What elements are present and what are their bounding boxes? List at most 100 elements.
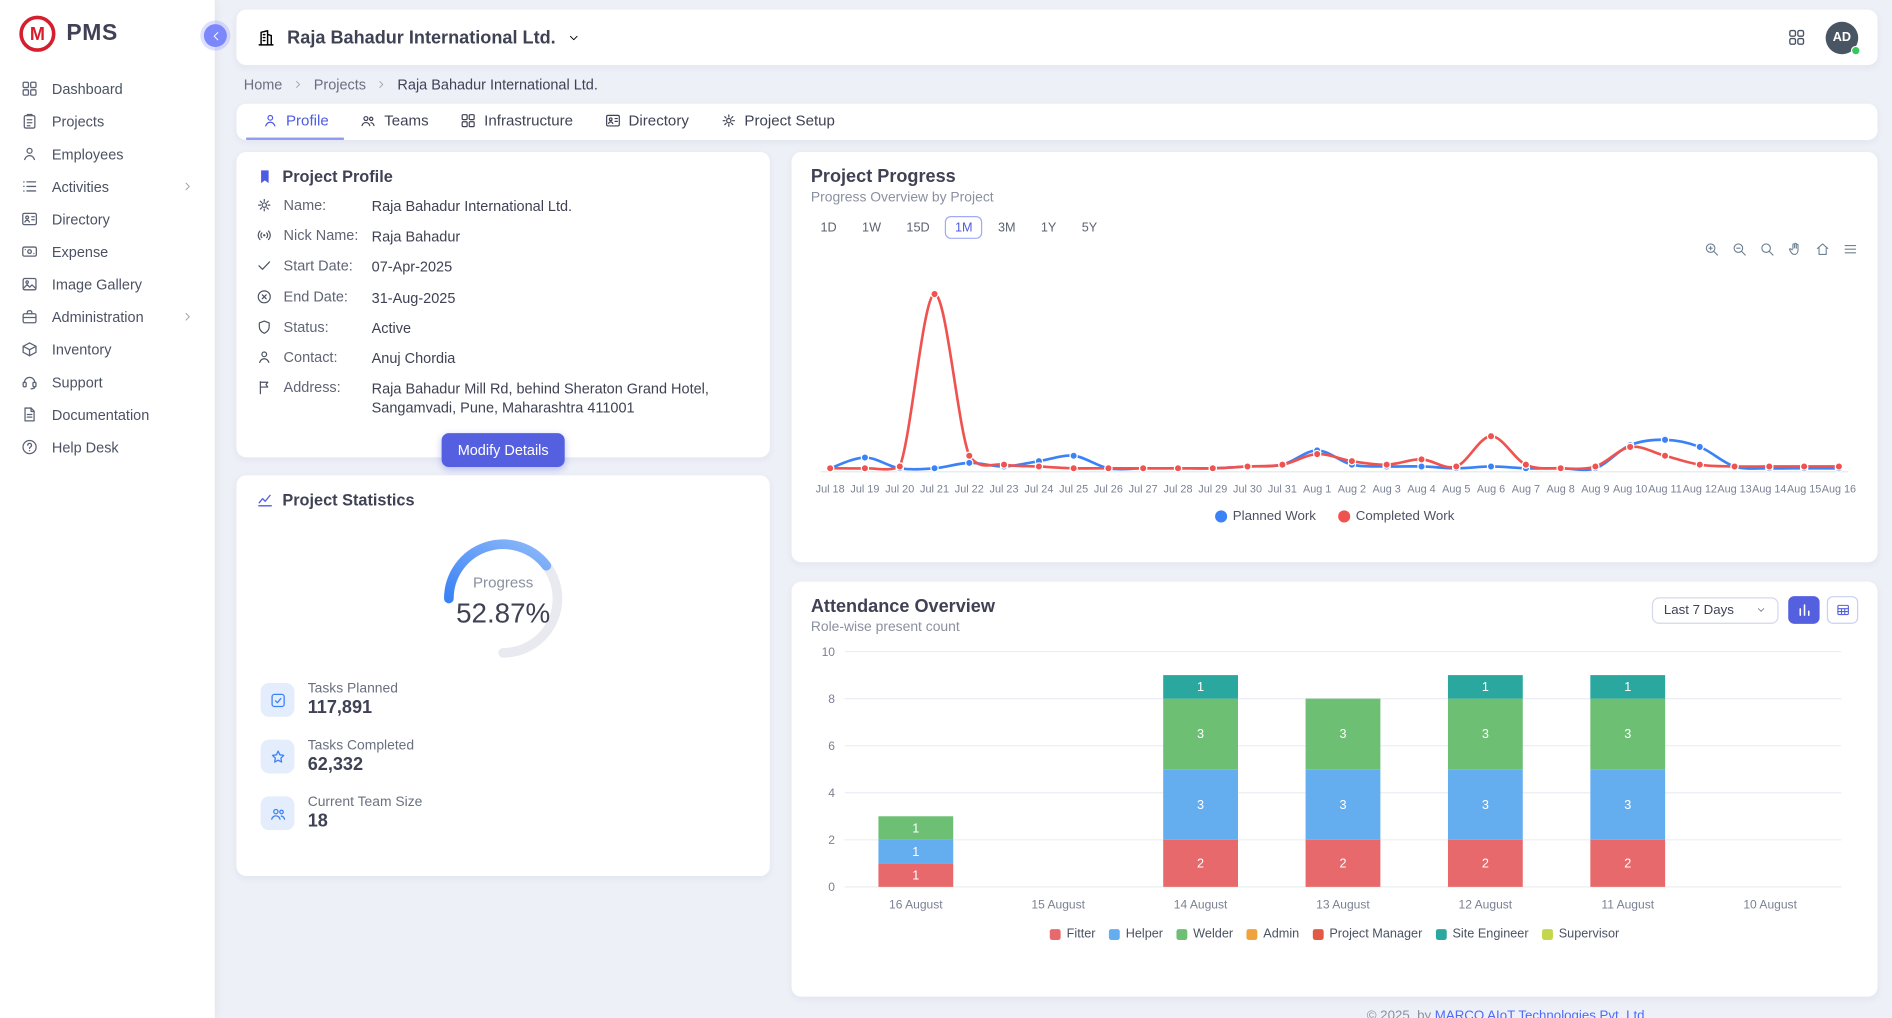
selection-zoom-icon	[1759, 241, 1775, 257]
sidebar-collapse-button[interactable]	[204, 24, 227, 47]
time-range-buttons: 1D1W 15D1M 3M 1Y 5Y	[811, 216, 1858, 239]
company-name: Raja Bahadur International Ltd.	[287, 27, 556, 48]
profile-card-title-row: Project Profile	[256, 168, 751, 186]
range-button-15d[interactable]: 15D	[897, 216, 940, 239]
sidebar-item-label: Projects	[52, 113, 104, 130]
zoom-in-icon-button[interactable]	[1704, 241, 1720, 259]
svg-text:Jul 30: Jul 30	[1233, 483, 1262, 495]
sidebar-item-administration[interactable]: Administration	[0, 300, 215, 333]
svg-text:Jul 28: Jul 28	[1164, 483, 1193, 495]
svg-text:3: 3	[1624, 798, 1631, 812]
svg-text:2: 2	[1339, 857, 1346, 871]
sidebar-item-activities[interactable]: Activities	[0, 170, 215, 203]
pan-icon	[1787, 241, 1803, 257]
legend-item-project-manager[interactable]: Project Manager	[1312, 927, 1422, 941]
tab-bar: Profile TeamsInfrastructureDirectoryProje…	[236, 104, 1877, 140]
footer-company-link[interactable]: MARCO AIoT Technologies Pvt. Ltd.	[1435, 1009, 1648, 1018]
legend-swatch	[1246, 929, 1257, 940]
sidebar-item-projects[interactable]: Projects	[0, 105, 215, 138]
attendance-card-title: Attendance Overview	[811, 596, 995, 617]
sidebar-item-documentation[interactable]: Documentation	[0, 398, 215, 431]
support-icon	[21, 373, 39, 391]
range-button-3m[interactable]: 3M	[988, 216, 1025, 239]
svg-text:Aug 9: Aug 9	[1581, 483, 1609, 495]
sidebar-item-label: Dashboard	[52, 80, 123, 97]
toggle-table-icon[interactable]	[1827, 596, 1858, 624]
statistics-card-title: Project Statistics	[282, 491, 414, 509]
range-button-1m[interactable]: 1M	[945, 216, 982, 239]
svg-text:2: 2	[1197, 857, 1204, 871]
zoom-out-icon-button[interactable]	[1732, 241, 1748, 259]
range-button-1y[interactable]: 1Y	[1031, 216, 1066, 239]
legend-swatch	[1338, 510, 1350, 522]
legend-item-planned-work[interactable]: Planned Work	[1215, 509, 1316, 523]
range-button-5y[interactable]: 5Y	[1072, 216, 1107, 239]
sidebar-item-inventory[interactable]: Inventory	[0, 333, 215, 366]
selection-zoom-icon-button[interactable]	[1759, 241, 1775, 259]
stat-row-tasks-completed: Tasks Completed62,332	[256, 738, 751, 774]
legend-item-helper[interactable]: Helper	[1109, 927, 1163, 941]
svg-text:1: 1	[1197, 680, 1204, 694]
tab-profile-icon	[262, 112, 279, 129]
tab-teams[interactable]: Teams	[344, 104, 444, 140]
breadcrumb-item-projects[interactable]: Projects	[314, 76, 366, 93]
range-button-1w[interactable]: 1W	[852, 216, 890, 239]
menu-icon-button[interactable]	[1843, 241, 1859, 259]
zoom-out-icon	[1732, 241, 1748, 257]
legend-item-welder[interactable]: Welder	[1176, 927, 1233, 941]
stat-icon-box	[261, 740, 295, 774]
legend-swatch	[1176, 929, 1187, 940]
range-button-1d[interactable]: 1D	[811, 216, 847, 239]
statistics-rows: Tasks Planned117,891Tasks Completed62,33…	[256, 682, 751, 832]
sidebar-item-employees[interactable]: Employees	[0, 138, 215, 171]
sidebar-item-image-gallery[interactable]: Image Gallery	[0, 268, 215, 301]
sidebar-item-support[interactable]: Support	[0, 366, 215, 399]
pan-icon-button[interactable]	[1787, 241, 1803, 259]
svg-text:3: 3	[1482, 727, 1489, 741]
apps-grid-button[interactable]	[1787, 28, 1806, 47]
company-selector[interactable]: Raja Bahadur International Ltd.	[256, 27, 580, 48]
view-toggles	[1788, 596, 1858, 624]
breadcrumb-item-home[interactable]: Home	[244, 76, 283, 93]
legend-item-completed-work[interactable]: Completed Work	[1338, 509, 1455, 523]
svg-text:10 August: 10 August	[1743, 898, 1797, 912]
legend-item-fitter[interactable]: Fitter	[1050, 927, 1096, 941]
sidebar-item-directory[interactable]: Directory	[0, 203, 215, 236]
tab-profile[interactable]: Profile	[246, 104, 344, 140]
svg-text:3: 3	[1197, 727, 1204, 741]
legend-item-admin[interactable]: Admin	[1246, 927, 1299, 941]
tab-directory[interactable]: Directory	[589, 104, 705, 140]
svg-text:Aug 15: Aug 15	[1787, 483, 1821, 495]
days-filter-select[interactable]: Last 7 Days	[1652, 597, 1779, 624]
progress-line-chart[interactable]: Jul 18Jul 19Jul 20Jul 21Jul 22Jul 23Jul …	[811, 264, 1858, 507]
sidebar-item-dashboard[interactable]: Dashboard	[0, 72, 215, 105]
tab-infrastructure[interactable]: Infrastructure	[444, 104, 588, 140]
user-avatar[interactable]: AD	[1826, 21, 1859, 54]
legend-item-site-engineer[interactable]: Site Engineer	[1436, 927, 1529, 941]
tab-label: Profile	[286, 112, 329, 129]
svg-text:Aug 12: Aug 12	[1683, 483, 1717, 495]
sidebar-item-label: Help Desk	[52, 439, 119, 456]
app-logo[interactable]: M PMS	[0, 0, 215, 65]
expense-icon	[21, 243, 39, 261]
svg-text:2: 2	[828, 833, 835, 847]
modify-details-button[interactable]: Modify Details	[442, 433, 564, 467]
tab-project-setup[interactable]: Project Setup	[705, 104, 851, 140]
stat-label: Current Team Size	[308, 795, 423, 809]
field-value: Anuj Chordia	[372, 349, 456, 369]
sidebar-item-expense[interactable]: Expense	[0, 235, 215, 268]
svg-text:Jul 25: Jul 25	[1059, 483, 1088, 495]
svg-text:Aug 6: Aug 6	[1477, 483, 1505, 495]
toggle-bar-chart-icon[interactable]	[1788, 596, 1819, 624]
svg-text:Aug 2: Aug 2	[1338, 483, 1366, 495]
legend-item-supervisor[interactable]: Supervisor	[1542, 927, 1619, 941]
legend-label: Supervisor	[1559, 927, 1620, 941]
progress-card-title-row: Project Progress	[811, 167, 1858, 188]
attendance-bar-chart[interactable]: 024681011116 August15 August233114 Augus…	[811, 642, 1858, 924]
line-chart-legend: Planned Work Completed Work	[811, 509, 1858, 523]
home-icon-button[interactable]	[1815, 241, 1831, 259]
field-label: Start Date:	[284, 257, 361, 274]
sidebar-item-help-desk[interactable]: Help Desk	[0, 431, 215, 464]
legend-swatch	[1312, 929, 1323, 940]
svg-text:11 August: 11 August	[1601, 898, 1654, 912]
